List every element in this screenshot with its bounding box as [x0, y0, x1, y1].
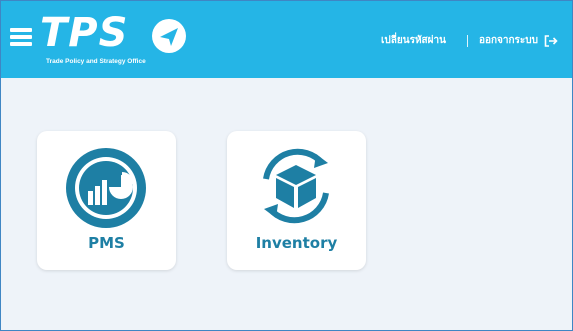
change-password-link[interactable]: เปลี่ยนรหัสผ่าน: [381, 33, 446, 48]
pms-chart-icon: [66, 148, 146, 228]
header-links: เปลี่ยนรหัสผ่าน ออกจากระบบ: [381, 33, 558, 48]
hamburger-menu-icon[interactable]: [10, 28, 32, 46]
inventory-box-icon: [263, 148, 329, 224]
app-window: TPS Trade Policy and Strategy Office เปล…: [0, 0, 573, 331]
logo-arrow-icon: [152, 19, 186, 53]
logout-link[interactable]: ออกจากระบบ: [479, 33, 538, 48]
logout-icon[interactable]: [544, 34, 558, 47]
logo-text: TPS: [40, 10, 129, 56]
app-tile-pms[interactable]: PMS: [37, 131, 176, 270]
logo-subtitle: Trade Policy and Strategy Office: [46, 58, 146, 65]
app-label-pms: PMS: [88, 234, 125, 252]
app-label-inventory: Inventory: [255, 234, 338, 252]
header-divider: [466, 34, 468, 47]
top-bar: TPS Trade Policy and Strategy Office เปล…: [1, 1, 572, 78]
tpso-logo[interactable]: TPS Trade Policy and Strategy Office: [40, 11, 190, 67]
app-tile-inventory[interactable]: Inventory: [227, 131, 366, 270]
